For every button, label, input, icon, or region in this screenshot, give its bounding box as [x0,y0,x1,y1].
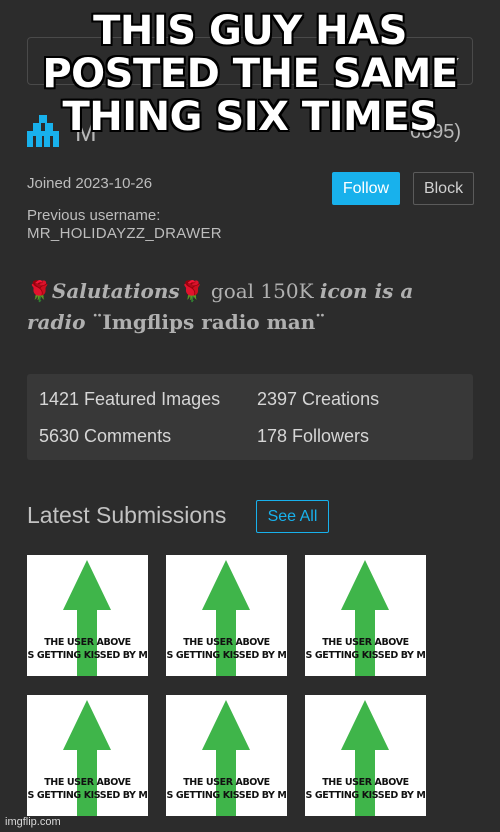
thumbnail-caption-line2: S GETTING KISSED BY M [305,790,426,801]
imgflip-watermark: imgflip.com [5,816,61,828]
bio-salutations: Salutations [51,279,180,303]
submission-thumbnail[interactable]: THE USER ABOVE S GETTING KISSED BY M [305,695,426,816]
previous-username: MR_HOLIDAYZZ_DRAWER [27,225,222,242]
submission-thumbnail[interactable]: THE USER ABOVE S GETTING KISSED BY M [305,555,426,676]
rose-emoji: 🌹 [179,279,205,303]
submission-thumbnail[interactable]: THE USER ABOVE S GETTING KISSED BY M [27,555,148,676]
latest-submissions-heading: Latest Submissions [27,502,227,528]
user-bio: 🌹Salutations🌹 goal 150K icon is a radio … [27,276,473,338]
thumbnail-caption-line1: THE USER ABOVE [183,777,270,788]
stat-featured-images[interactable]: 1421 Featured Images [39,389,220,410]
rose-emoji: 🌹 [27,279,52,303]
submission-thumbnail[interactable]: THE USER ABOVE S GETTING KISSED BY M [166,695,287,816]
submissions-grid: THE USER ABOVE S GETTING KISSED BY M THE… [27,555,473,817]
thumbnail-caption-line1: THE USER ABOVE [322,777,409,788]
follow-button[interactable]: Follow [332,172,400,205]
submission-thumbnail[interactable]: THE USER ABOVE S GETTING KISSED BY M [166,555,287,676]
stat-followers[interactable]: 178 Followers [257,426,369,447]
thumbnail-caption-line1: THE USER ABOVE [44,637,131,648]
bio-nickname: ¨Imgflips radio man¨ [85,310,326,334]
thumbnail-caption-line1: THE USER ABOVE [322,637,409,648]
stat-creations[interactable]: 2397 Creations [257,389,379,410]
stat-comments[interactable]: 5630 Comments [39,426,171,447]
stats-panel: 1421 Featured Images 2397 Creations 5630… [27,374,473,460]
joined-date: Joined 2023-10-26 [27,175,153,192]
thumbnail-caption-line2: S GETTING KISSED BY M [166,650,287,661]
thumbnail-caption-line1: THE USER ABOVE [44,777,131,788]
block-button[interactable]: Block [413,172,474,205]
see-all-button[interactable]: See All [256,500,329,533]
thumbnail-caption-line2: S GETTING KISSED BY M [166,790,287,801]
thumbnail-caption-line2: S GETTING KISSED BY M [27,790,148,801]
submission-thumbnail[interactable]: THE USER ABOVE S GETTING KISSED BY M [27,695,148,816]
thumbnail-caption-line2: S GETTING KISSED BY M [305,650,426,661]
thumbnail-caption-line2: S GETTING KISSED BY M [27,650,148,661]
meme-caption: THIS GUY HAS POSTED THE SAME THING SIX T… [42,8,458,140]
bio-goal: goal 150K [204,279,320,303]
previous-username-label: Previous username: [27,207,161,224]
thumbnail-caption-line1: THE USER ABOVE [183,637,270,648]
